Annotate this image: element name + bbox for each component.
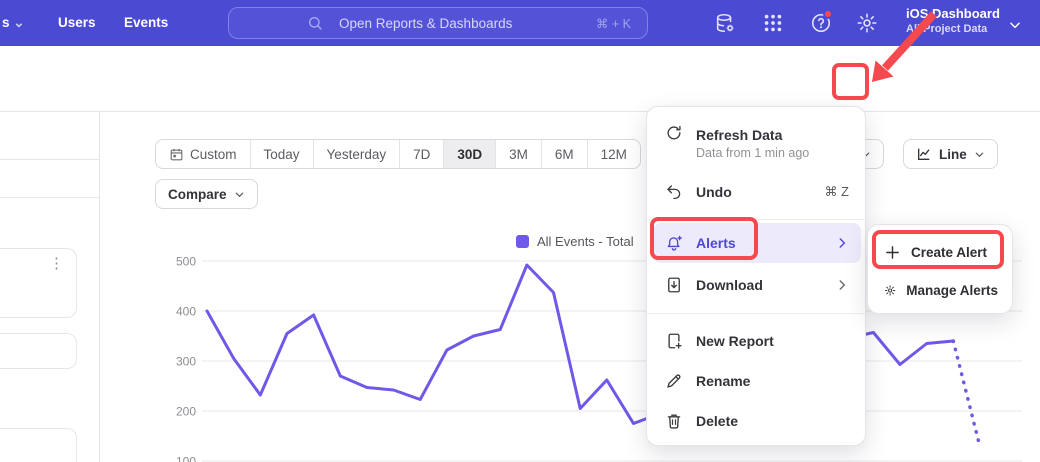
search-input[interactable]: Open Reports & Dashboards ⌘ + K bbox=[228, 7, 648, 39]
refresh-icon bbox=[665, 124, 683, 142]
menu-item-alerts[interactable]: Alerts bbox=[653, 223, 861, 263]
bell-plus-icon bbox=[665, 234, 683, 252]
card-kebab-menu-icon[interactable]: ⋮ bbox=[49, 254, 64, 272]
plus-icon bbox=[884, 244, 901, 261]
series-line-dotted bbox=[953, 341, 980, 447]
new-report-icon bbox=[665, 332, 683, 350]
range-30d-selected[interactable]: 30D bbox=[443, 140, 495, 168]
submenu-label: Create Alert bbox=[911, 245, 987, 260]
search-placeholder: Open Reports & Dashboards bbox=[339, 16, 512, 31]
chart-type-button[interactable]: Line bbox=[903, 139, 998, 169]
app-window: s ⌄ Users Events Open Reports & Dashboar… bbox=[0, 0, 1040, 462]
trash-icon bbox=[665, 412, 683, 430]
y-axis-tick: 100 bbox=[176, 455, 196, 462]
menu-divider bbox=[647, 313, 867, 314]
chevron-down-icon bbox=[974, 149, 985, 160]
search-shortcut: ⌘ + K bbox=[596, 16, 631, 31]
menu-item-refresh-data[interactable]: Refresh Data Data from 1 min ago bbox=[653, 119, 861, 167]
sidebar-card[interactable] bbox=[0, 248, 77, 318]
chevron-right-icon bbox=[835, 278, 849, 292]
project-chevron-down-icon[interactable] bbox=[1008, 18, 1022, 32]
settings-gear-icon[interactable] bbox=[856, 12, 878, 34]
menu-label: Delete bbox=[696, 413, 738, 429]
nav-item-events[interactable]: Events bbox=[124, 15, 168, 30]
project-subtitle: All Project Data bbox=[906, 23, 1000, 35]
shortcut-hint: ⌘ Z bbox=[824, 184, 849, 200]
pencil-icon bbox=[665, 372, 683, 390]
range-6m[interactable]: 6M bbox=[541, 140, 587, 168]
legend-swatch bbox=[516, 235, 529, 248]
sidebar-row-divider bbox=[0, 159, 99, 160]
compare-button[interactable]: Compare bbox=[155, 179, 258, 209]
chevron-right-icon bbox=[835, 236, 849, 250]
menu-item-new-report[interactable]: New Report bbox=[653, 321, 861, 361]
menu-label: Rename bbox=[696, 373, 750, 389]
search-icon bbox=[307, 15, 323, 31]
range-custom[interactable]: Custom bbox=[156, 140, 250, 168]
menu-sublabel: Data from 1 min ago bbox=[696, 146, 809, 160]
sidebar-row-divider bbox=[0, 197, 99, 198]
data-icon[interactable] bbox=[714, 12, 736, 34]
report-header bbox=[0, 46, 1040, 112]
notification-dot bbox=[823, 9, 833, 19]
menu-label: Alerts bbox=[696, 235, 736, 251]
sidebar-card[interactable] bbox=[0, 428, 77, 462]
y-axis-tick: 500 bbox=[176, 255, 196, 269]
menu-item-download[interactable]: Download bbox=[653, 265, 861, 305]
menu-divider bbox=[647, 219, 867, 220]
project-switcher[interactable]: iOS Dashboard All Project Data bbox=[906, 6, 1000, 35]
menu-item-delete[interactable]: Delete bbox=[653, 401, 861, 441]
chevron-down-icon bbox=[234, 189, 245, 200]
gear-icon bbox=[884, 282, 896, 299]
nav-item-partial[interactable]: s ⌄ bbox=[2, 15, 25, 31]
sidebar-divider bbox=[99, 112, 100, 462]
top-nav: s ⌄ Users Events Open Reports & Dashboar… bbox=[0, 0, 1040, 46]
menu-label: New Report bbox=[696, 333, 774, 349]
menu-label: Download bbox=[696, 277, 763, 293]
chevron-down-icon: ⌄ bbox=[13, 15, 24, 30]
calendar-icon bbox=[169, 147, 184, 162]
range-yesterday[interactable]: Yesterday bbox=[313, 140, 400, 168]
range-7d[interactable]: 7D bbox=[399, 140, 443, 168]
context-menu: Refresh Data Data from 1 min ago Undo ⌘ … bbox=[646, 106, 866, 446]
undo-icon bbox=[665, 183, 683, 201]
y-axis-tick: 300 bbox=[176, 355, 196, 369]
y-axis-tick: 400 bbox=[176, 305, 196, 319]
download-icon bbox=[665, 276, 683, 294]
range-12m[interactable]: 12M bbox=[587, 140, 640, 168]
submenu-item-create-alert[interactable]: Create Alert bbox=[873, 233, 1009, 271]
menu-label: Refresh Data bbox=[696, 127, 809, 143]
y-axis-tick: 200 bbox=[176, 405, 196, 419]
menu-label: Undo bbox=[696, 184, 732, 200]
sidebar-card[interactable] bbox=[0, 333, 77, 369]
apps-grid-icon[interactable] bbox=[762, 12, 784, 34]
menu-item-undo[interactable]: Undo ⌘ Z bbox=[653, 173, 861, 211]
menu-item-rename[interactable]: Rename bbox=[653, 361, 861, 401]
date-range-control: Custom Today Yesterday 7D 30D 3M 6M 12M bbox=[155, 139, 641, 169]
project-name: iOS Dashboard bbox=[906, 6, 1000, 21]
line-chart-icon bbox=[916, 146, 932, 162]
submenu-item-manage-alerts[interactable]: Manage Alerts bbox=[873, 271, 1009, 309]
range-today[interactable]: Today bbox=[250, 140, 313, 168]
submenu-label: Manage Alerts bbox=[906, 283, 998, 298]
legend-label: All Events - Total bbox=[537, 234, 634, 249]
nav-item-users[interactable]: Users bbox=[58, 15, 96, 30]
range-3m[interactable]: 3M bbox=[495, 140, 541, 168]
alerts-submenu: Create Alert Manage Alerts bbox=[867, 224, 1013, 314]
legend-item[interactable]: All Events - Total bbox=[516, 234, 634, 249]
